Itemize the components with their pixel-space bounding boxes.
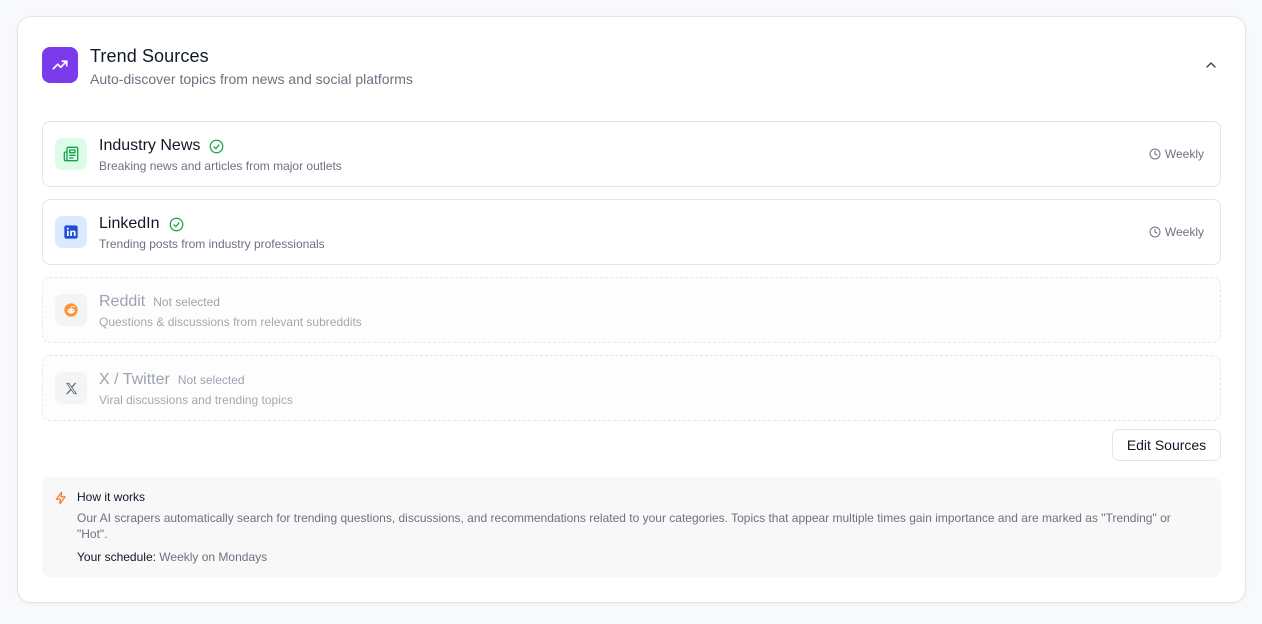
source-description: Viral discussions and trending topics bbox=[99, 393, 293, 407]
trend-sources-card: Trend Sources Auto-discover topics from … bbox=[17, 16, 1246, 603]
info-text: Our AI scrapers automatically search for… bbox=[77, 511, 1171, 541]
source-name: Industry News bbox=[99, 137, 201, 154]
card-title: Trend Sources bbox=[90, 46, 209, 66]
newspaper-icon bbox=[55, 138, 87, 170]
frequency-label: Weekly bbox=[1164, 147, 1204, 161]
clock-icon bbox=[1149, 148, 1161, 160]
chevron-up-icon bbox=[1206, 62, 1216, 68]
source-frequency: Weekly bbox=[1149, 147, 1204, 161]
info-title: How it works bbox=[77, 490, 146, 504]
source-status: Not selected bbox=[153, 295, 220, 309]
source-item-reddit[interactable]: Reddit Not selected Questions & discussi… bbox=[42, 277, 1221, 343]
source-frequency: Weekly bbox=[1149, 225, 1204, 239]
lightning-icon bbox=[54, 491, 68, 510]
source-item-industry-news[interactable]: Industry News Breaking news and articles… bbox=[42, 121, 1221, 187]
x-logo-icon bbox=[55, 372, 87, 404]
reddit-icon bbox=[55, 294, 87, 326]
collapse-button[interactable] bbox=[1201, 55, 1221, 75]
source-status: Not selected bbox=[177, 373, 245, 387]
edit-sources-button[interactable]: Edit Sources bbox=[1112, 429, 1221, 461]
source-description: Breaking news and articles from major ou… bbox=[99, 159, 342, 173]
schedule-label: Your schedule: bbox=[77, 550, 156, 564]
schedule-value: Weekly on Mondays bbox=[159, 550, 268, 564]
check-circle-icon bbox=[169, 217, 184, 232]
card-subtitle: Auto-discover topics from news and socia… bbox=[90, 71, 413, 87]
card-header[interactable]: Trend Sources Auto-discover topics from … bbox=[42, 46, 1221, 87]
frequency-label: Weekly bbox=[1164, 225, 1204, 239]
source-item-x-twitter[interactable]: X / Twitter Not selected Viral discussio… bbox=[42, 355, 1221, 421]
source-name: X / Twitter bbox=[99, 371, 170, 388]
how-it-works-panel: How it works Our AI scrapers automatical… bbox=[42, 477, 1221, 577]
source-description: Questions & discussions from relevant su… bbox=[99, 315, 362, 329]
source-name: Reddit bbox=[99, 293, 146, 310]
trending-up-icon bbox=[42, 47, 78, 83]
check-circle-icon bbox=[209, 139, 224, 154]
schedule-line: Your schedule: Weekly on Mondays bbox=[77, 550, 267, 564]
source-description: Trending posts from industry professiona… bbox=[99, 237, 325, 251]
linkedin-icon bbox=[55, 216, 87, 248]
sources-list: Industry News Breaking news and articles… bbox=[42, 121, 1221, 433]
source-item-linkedin[interactable]: LinkedIn Trending posts from industry pr… bbox=[42, 199, 1221, 265]
source-name: LinkedIn bbox=[99, 215, 160, 232]
clock-icon bbox=[1149, 226, 1161, 238]
